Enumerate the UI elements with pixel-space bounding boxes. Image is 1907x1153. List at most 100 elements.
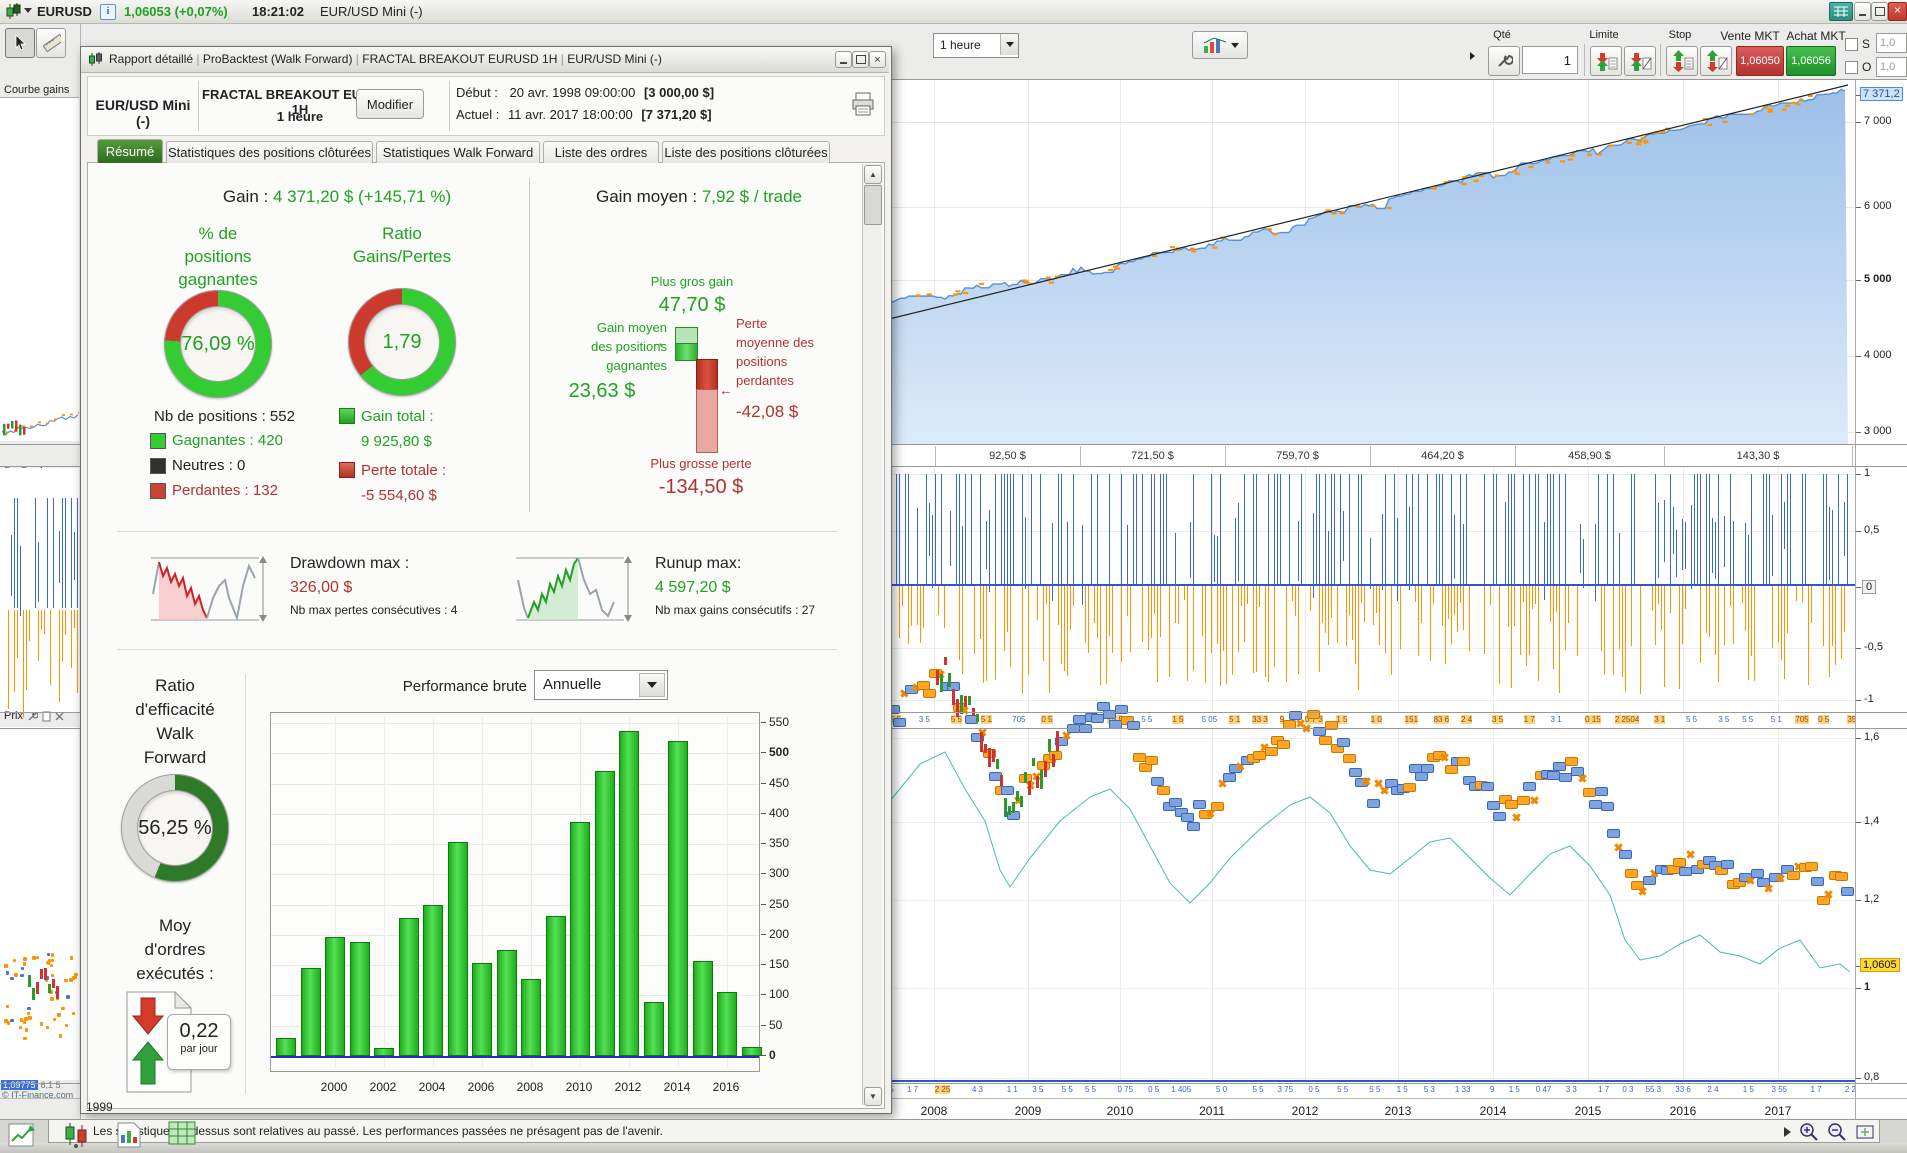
osc-bar-orange [1373, 586, 1374, 626]
modify-button[interactable]: Modifier [356, 89, 424, 119]
equity-axis-label: 6 000 [1864, 200, 1892, 212]
panel-label-price[interactable]: Prix [4, 710, 23, 722]
mini-price-candle [40, 969, 43, 979]
limit-buy-order-button[interactable] [1624, 46, 1656, 76]
timeframe-select[interactable]: 1 heure [933, 33, 1019, 58]
perf-ytick [761, 964, 766, 966]
osc-bar-blue [1832, 510, 1833, 590]
print-icon[interactable] [850, 91, 876, 117]
mini-page-icon[interactable] [42, 711, 51, 722]
chart-style-button[interactable] [1192, 31, 1248, 59]
tab-liste-des-positions-cl-tur-es[interactable]: Liste des positions clôturées [662, 141, 830, 163]
mini-price-dot [50, 958, 55, 963]
objective-checkbox[interactable] [1845, 61, 1858, 74]
objective-price-input[interactable]: 1,0 [1876, 57, 1907, 77]
perf-xtick-label: 2010 [565, 1080, 593, 1094]
tick-strip-token: 1 0 [1370, 715, 1382, 724]
green-table-icon[interactable] [168, 1121, 196, 1147]
zoom-in-icon[interactable] [1799, 1122, 1819, 1142]
wf-segment-separator [1515, 446, 1516, 466]
open-chart-icon[interactable] [8, 1121, 36, 1149]
osc-bar-blue [1394, 474, 1395, 584]
dialog-maximize-button[interactable] [852, 51, 869, 68]
workspace-grid-button[interactable] [1829, 2, 1853, 21]
stop-checkbox[interactable] [1845, 38, 1858, 51]
scrollbar-thumb[interactable] [864, 185, 882, 225]
wf-segment-value: 92,50 $ [989, 450, 1026, 462]
osc-bar-blue [1847, 474, 1848, 584]
osc-bar-orange [1709, 586, 1710, 638]
tick-strip-token: 3 5 [1032, 1085, 1044, 1094]
perf-ytick [761, 843, 766, 845]
qty-input[interactable]: 1 [1522, 46, 1578, 74]
pointer-tool-button[interactable] [5, 28, 35, 58]
ruler-tool-button[interactable] [36, 28, 66, 58]
tab-statistiques-des-positions-cl-tur-es[interactable]: Statistiques des positions clôturées [166, 141, 373, 163]
osc-bar-blue [1121, 474, 1122, 584]
stop-sell-order-button[interactable] [1666, 46, 1698, 76]
limit-label: Limite [1589, 29, 1619, 41]
price-marker-orange [1277, 739, 1290, 749]
osc-bar-orange [1058, 586, 1059, 626]
perf-bar [374, 1048, 394, 1056]
osc-bar-blue [1010, 474, 1011, 584]
scroll-up-button[interactable]: ▲ [864, 165, 882, 184]
zoom-out-icon[interactable] [1827, 1122, 1847, 1142]
mini-oscillator-panel [0, 468, 79, 718]
tick-strip-token: 1 5 [1336, 715, 1348, 724]
tick-strip-token: 0 5 [1818, 715, 1830, 724]
tick-strip-token: 2 25 [934, 1085, 951, 1094]
price-axis-gutter[interactable]: 7 371,2 7 000 6 000 5 000 4 000 3 000 1 0,5 0 -0,… [1855, 80, 1907, 1120]
symbol-dropdown-arrow[interactable] [24, 8, 32, 13]
osc-bar-orange [50, 610, 51, 686]
dialog-minimize-button[interactable] [835, 51, 852, 68]
stop-price-input[interactable]: 1,0 [1876, 33, 1907, 53]
perf-period-select[interactable]: Annuelle [534, 670, 668, 700]
osc-bar-blue [1013, 474, 1014, 584]
osc-bar-blue [1001, 474, 1002, 584]
osc-bar-blue [1706, 474, 1707, 584]
sell-mkt-button[interactable]: 1,06050 [1736, 46, 1784, 76]
osc-bar-orange [1385, 586, 1386, 654]
stop-buy-order-button[interactable] [1700, 46, 1732, 76]
price-candle [976, 714, 979, 723]
price-marker-orange [923, 689, 936, 699]
mini-price-dot [6, 1021, 11, 1025]
report-page-icon[interactable] [116, 1121, 142, 1149]
panel-label-equity[interactable]: Courbe gains [4, 84, 76, 96]
mini-equity-sparkline [1, 411, 81, 436]
maximize-window-button[interactable] [1871, 2, 1888, 21]
chart-nav-controls [1784, 1122, 1875, 1142]
osc-bar-orange [1526, 586, 1527, 666]
info-icon[interactable]: i [100, 4, 116, 20]
osc-bar-blue [1685, 522, 1686, 570]
tab-liste-des-ordres[interactable]: Liste des ordres [543, 141, 659, 163]
osc-bar-orange [65, 610, 66, 635]
tab-r-sum-[interactable]: Résumé [97, 139, 163, 163]
wf-ratio-value: 56,25 % [138, 816, 212, 839]
buy-mkt-button[interactable]: 1,06056 [1786, 46, 1836, 76]
osc-bar-orange [1715, 586, 1716, 656]
minimize-window-button[interactable] [1854, 2, 1871, 21]
mini-wrench-icon[interactable] [27, 711, 38, 722]
symbol-label[interactable]: EURUSD [37, 4, 92, 19]
scroll-down-button[interactable]: ▼ [864, 1087, 882, 1106]
fit-screen-icon[interactable] [1855, 1122, 1875, 1142]
dialog-title-bar[interactable]: Rapport détaillé | ProBacktest (Walk For… [81, 47, 889, 73]
dialog-close-button[interactable]: × [869, 51, 886, 68]
linked-candles-icon[interactable] [62, 1121, 90, 1149]
tick-strip-token: 2 4 [1461, 715, 1473, 724]
osc-bar-orange [1460, 586, 1461, 603]
perf-ytick [761, 752, 766, 754]
mini-close-icon[interactable] [55, 712, 64, 721]
limit-sell-order-button[interactable] [1590, 46, 1622, 76]
osc-bar-blue [1313, 513, 1314, 598]
order-settings-button[interactable] [1488, 46, 1520, 76]
mini-price-dot [57, 1013, 61, 1017]
tab-statistiques-walk-forward[interactable]: Statistiques Walk Forward [376, 141, 540, 163]
panel-expander-arrow[interactable] [1470, 52, 1475, 60]
close-window-button[interactable]: × [1888, 2, 1907, 21]
scroll-right-icon[interactable] [1784, 1127, 1791, 1137]
dialog-scrollbar[interactable]: ▲ ▼ [862, 164, 882, 1106]
osc-bar-blue [1493, 474, 1494, 584]
